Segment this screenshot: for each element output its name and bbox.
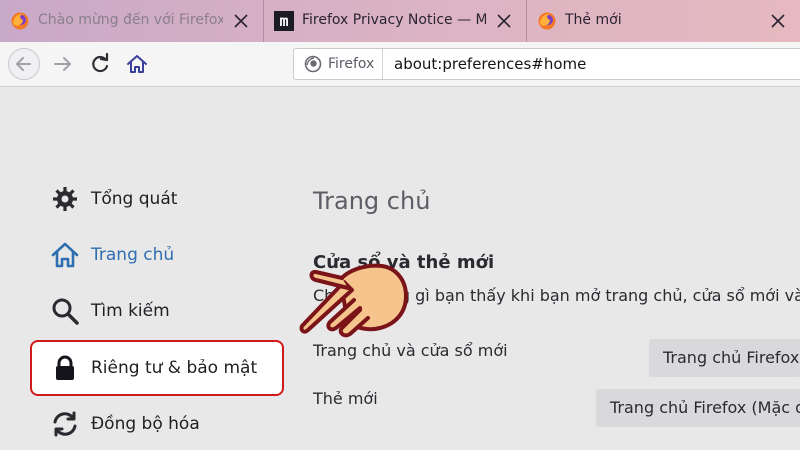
category-label: Đồng bộ hóa xyxy=(91,414,200,434)
firefox-icon xyxy=(11,12,29,30)
home-button[interactable] xyxy=(124,51,150,77)
tab-title: Thẻ mới xyxy=(565,12,622,28)
sync-icon xyxy=(53,411,77,437)
reload-button[interactable] xyxy=(87,51,113,77)
firefox-icon xyxy=(538,12,556,30)
close-icon[interactable] xyxy=(770,13,786,29)
tab-strip: Chào mừng đến với Firefox m Firefox Priv… xyxy=(0,0,800,42)
tab-title: Firefox Privacy Notice — Mozilla xyxy=(302,12,486,28)
mozilla-m-icon: m xyxy=(274,11,294,31)
identity-box[interactable]: Firefox xyxy=(294,49,383,79)
tab-privacy-notice[interactable]: m Firefox Privacy Notice — Mozilla xyxy=(264,0,527,42)
category-label: Riêng tư & bảo mật xyxy=(91,358,258,378)
navigation-toolbar: Firefox about:preferences#home xyxy=(0,42,800,87)
tab-welcome[interactable]: Chào mừng đến với Firefox xyxy=(0,0,264,42)
tab-new-tab[interactable]: Thẻ mới xyxy=(527,0,800,42)
tab-title: Chào mừng đến với Firefox xyxy=(38,12,223,28)
back-arrow-icon xyxy=(16,57,31,71)
firefox-logo-icon xyxy=(304,55,322,73)
lock-icon xyxy=(56,355,74,380)
newtab-setting-label: Thẻ mới xyxy=(313,389,378,408)
category-label: Tổng quát xyxy=(91,189,178,209)
identity-label: Firefox xyxy=(328,56,375,72)
gear-icon xyxy=(53,187,77,211)
close-icon[interactable] xyxy=(233,13,249,29)
close-icon[interactable] xyxy=(496,13,512,29)
home-icon xyxy=(51,242,79,268)
url-text[interactable]: about:preferences#home xyxy=(394,54,586,74)
category-label: Tìm kiếm xyxy=(91,301,170,321)
forward-button[interactable] xyxy=(50,51,76,77)
category-label: Trang chủ xyxy=(91,245,175,265)
page-title: Trang chủ xyxy=(313,187,431,215)
homepage-setting-label: Trang chủ và cửa sổ mới xyxy=(313,341,508,360)
address-bar[interactable]: Firefox about:preferences#home xyxy=(293,48,800,80)
homepage-select[interactable]: Trang chủ Firefox (Mặc định) xyxy=(649,339,800,377)
back-button[interactable] xyxy=(8,48,40,80)
newtab-select[interactable]: Trang chủ Firefox (Mặc định) xyxy=(596,389,800,427)
pointing-hand-icon xyxy=(299,263,408,338)
search-icon xyxy=(52,298,79,325)
